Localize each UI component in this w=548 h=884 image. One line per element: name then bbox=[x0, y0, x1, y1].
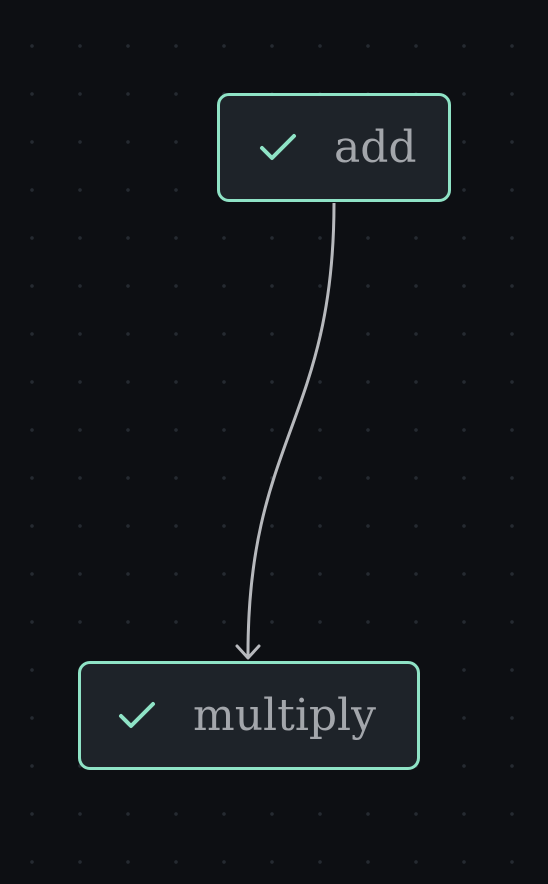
check-icon bbox=[260, 133, 296, 160]
node-add[interactable]: add bbox=[217, 93, 451, 202]
edge-add-to-multiply[interactable] bbox=[246, 202, 336, 658]
node-label-add: add bbox=[334, 121, 417, 173]
graph-canvas[interactable]: add multiply bbox=[0, 0, 548, 884]
node-multiply[interactable]: multiply bbox=[78, 661, 420, 770]
node-label-multiply: multiply bbox=[193, 689, 376, 741]
check-icon bbox=[119, 701, 155, 728]
